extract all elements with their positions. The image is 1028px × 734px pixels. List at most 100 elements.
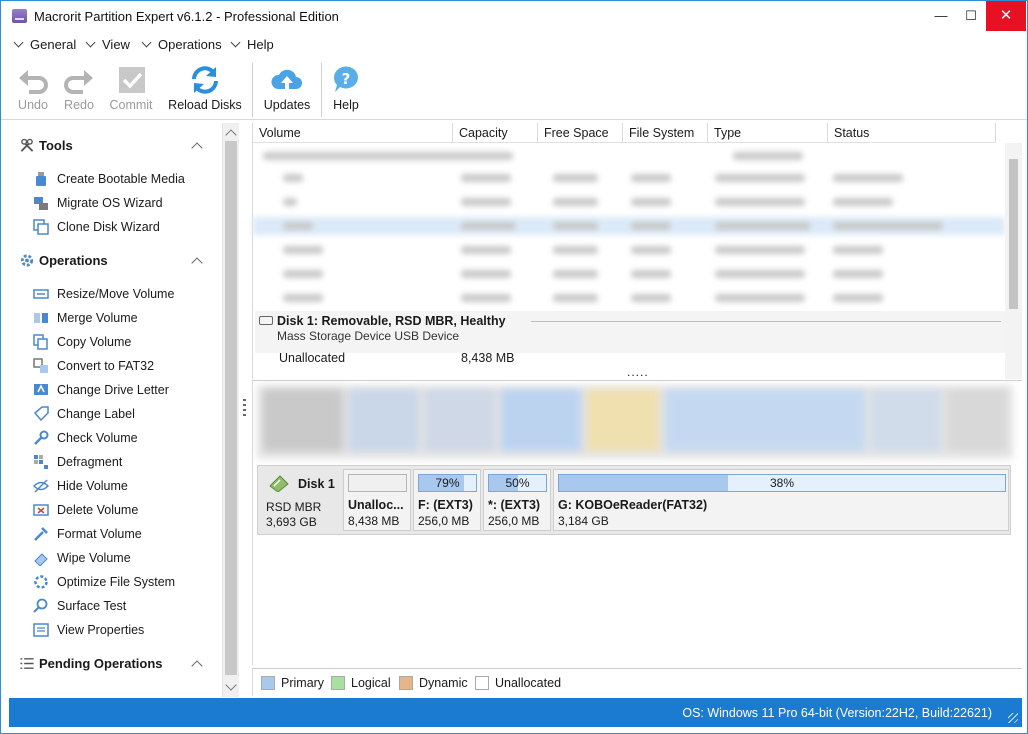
sidebar-item-change-label[interactable]: Change Label xyxy=(33,406,135,424)
sidebar-item-resize-move-volume[interactable]: Resize/Move Volume xyxy=(33,286,174,304)
updates-button[interactable]: Updates xyxy=(261,64,313,112)
reload-disks-button[interactable]: Reload Disks xyxy=(165,64,245,112)
format-icon xyxy=(34,527,48,541)
resize-icon xyxy=(33,289,49,299)
copy-icon xyxy=(33,334,48,350)
toolbar: Undo Redo Commit Reload Disks Updates ? … xyxy=(1,58,1027,120)
minimize-button[interactable]: — xyxy=(926,1,956,31)
close-button[interactable]: ✕ xyxy=(986,1,1026,31)
table-row[interactable] xyxy=(253,217,1005,235)
operations-section-header[interactable]: Operations xyxy=(19,253,108,268)
collapse-tools-icon[interactable] xyxy=(191,142,203,154)
chevron-down-icon xyxy=(230,37,241,48)
sidebar-item-change-drive-letter[interactable]: Change Drive Letter xyxy=(33,382,169,400)
sidebar-item-view-properties[interactable]: View Properties xyxy=(33,622,144,640)
help-button[interactable]: ? Help xyxy=(327,64,365,112)
sidebar-scroll-thumb[interactable] xyxy=(225,141,237,675)
clone-disk-icon xyxy=(33,219,49,235)
chevron-down-icon xyxy=(141,37,152,48)
scroll-down-icon[interactable] xyxy=(225,679,237,691)
label-icon xyxy=(33,406,49,422)
sidebar-item-migrate-os-wizard[interactable]: Migrate OS Wizard xyxy=(33,195,163,213)
scroll-up-icon[interactable] xyxy=(225,129,237,141)
cloud-upload-icon xyxy=(271,69,302,90)
hide-icon xyxy=(33,479,49,493)
column-capacity[interactable]: Capacity xyxy=(453,123,538,143)
sidebar-scrollbar[interactable] xyxy=(222,123,239,697)
menu-help[interactable]: Help xyxy=(230,37,274,52)
gear-icon xyxy=(20,254,34,267)
disk-title: Disk 1: Removable, RSD MBR, Healthy xyxy=(277,314,506,328)
column-file-system[interactable]: File System xyxy=(623,123,708,143)
sidebar-item-merge-volume[interactable]: Merge Volume xyxy=(33,310,138,328)
table-row[interactable] xyxy=(253,193,1005,211)
menu-operations[interactable]: Operations xyxy=(141,37,222,52)
legend-logical: Logical xyxy=(331,676,391,690)
sidebar: Tools Create Bootable Media Migrate OS W… xyxy=(9,123,239,697)
sidebar-item-optimize-file-system[interactable]: Optimize File System xyxy=(33,574,175,592)
redo-icon xyxy=(64,70,93,94)
title-bar: Macrorit Partition Expert v6.1.2 - Profe… xyxy=(1,1,1027,32)
table-row[interactable] xyxy=(253,265,1005,283)
sidebar-item-defragment[interactable]: Defragment xyxy=(33,454,122,472)
sidebar-item-hide-volume[interactable]: Hide Volume xyxy=(33,478,128,496)
chevron-down-icon xyxy=(85,37,96,48)
migrate-os-icon xyxy=(34,197,48,210)
sidebar-item-delete-volume[interactable]: Delete Volume xyxy=(33,502,138,520)
splitter-handle[interactable] xyxy=(243,399,246,419)
volume-list-scrollbar[interactable] xyxy=(1005,143,1022,379)
undo-button[interactable]: Undo xyxy=(13,64,53,112)
help-icon: ? xyxy=(333,66,358,92)
column-free-space[interactable]: Free Space xyxy=(538,123,623,143)
table-row[interactable] xyxy=(253,241,1005,259)
table-row[interactable] xyxy=(253,169,1005,187)
sidebar-item-create-bootable-media[interactable]: Create Bootable Media xyxy=(33,171,185,189)
menu-general[interactable]: General xyxy=(13,37,76,52)
collapse-pending-icon[interactable] xyxy=(191,660,203,672)
reload-icon xyxy=(192,66,218,94)
tools-section-header[interactable]: Tools xyxy=(19,138,73,153)
column-status[interactable]: Status xyxy=(828,123,996,143)
disk-1-card[interactable]: Disk 1 RSD MBR 3,693 GB Unalloc... 8,438… xyxy=(257,465,1011,535)
legend-dynamic: Dynamic xyxy=(399,676,468,690)
volume-list-scroll-thumb[interactable] xyxy=(1009,159,1018,309)
sidebar-item-copy-volume[interactable]: Copy Volume xyxy=(33,334,131,352)
disk-1-header-row[interactable]: Disk 1: Removable, RSD MBR, Healthy Mass… xyxy=(255,311,1005,353)
partition-legend: Primary Logical Dynamic Unallocated xyxy=(252,668,1022,696)
sidebar-item-check-volume[interactable]: Check Volume xyxy=(33,430,138,448)
blurred-volume-rows xyxy=(253,143,1005,313)
redo-button[interactable]: Redo xyxy=(59,64,99,112)
volume-list: Volume Capacity Free Space File System T… xyxy=(252,123,1022,379)
sidebar-item-wipe-volume[interactable]: Wipe Volume xyxy=(33,550,131,568)
collapse-operations-icon[interactable] xyxy=(191,257,203,269)
pending-operations-header[interactable]: Pending Operations xyxy=(19,656,163,671)
menu-view[interactable]: View xyxy=(85,37,130,52)
toolbar-separator xyxy=(321,63,322,117)
commit-icon xyxy=(119,67,145,93)
usage-bar: 38% xyxy=(558,474,1006,492)
column-type[interactable]: Type xyxy=(708,123,828,143)
table-row[interactable] xyxy=(253,289,1005,307)
usage-bar: 79% xyxy=(418,474,477,492)
sidebar-item-format-volume[interactable]: Format Volume xyxy=(33,526,142,544)
column-volume[interactable]: Volume xyxy=(253,123,453,143)
removable-drive-icon xyxy=(259,316,273,325)
partition-unallocated[interactable]: Unalloc... 8,438 MB xyxy=(343,469,411,531)
partition-g-koboereader[interactable]: 38% G: KOBOeReader(FAT32) 3,184 GB xyxy=(553,469,1009,531)
commit-button[interactable]: Commit xyxy=(105,64,157,112)
partition-f-ext3[interactable]: 79% F: (EXT3) 256,0 MB xyxy=(413,469,481,531)
merge-icon xyxy=(34,313,48,323)
sidebar-item-convert-to-fat32[interactable]: Convert to FAT32 xyxy=(33,358,154,376)
resize-grip-icon[interactable] xyxy=(1008,713,1018,723)
maximize-button[interactable]: ☐ xyxy=(956,1,986,31)
toolbar-separator xyxy=(252,63,253,117)
volume-capacity: 8,438 MB xyxy=(461,351,515,365)
menu-bar: General View Operations Help xyxy=(1,32,1027,56)
partition-star-ext3[interactable]: 50% *: (EXT3) 256,0 MB xyxy=(483,469,551,531)
magnifier-icon xyxy=(33,598,48,613)
sidebar-item-surface-test[interactable]: Surface Test xyxy=(33,598,126,616)
usage-bar xyxy=(348,474,407,492)
sidebar-item-clone-disk-wizard[interactable]: Clone Disk Wizard xyxy=(33,219,160,237)
window-title: Macrorit Partition Expert v6.1.2 - Profe… xyxy=(34,9,339,24)
table-row[interactable] xyxy=(253,147,1005,165)
